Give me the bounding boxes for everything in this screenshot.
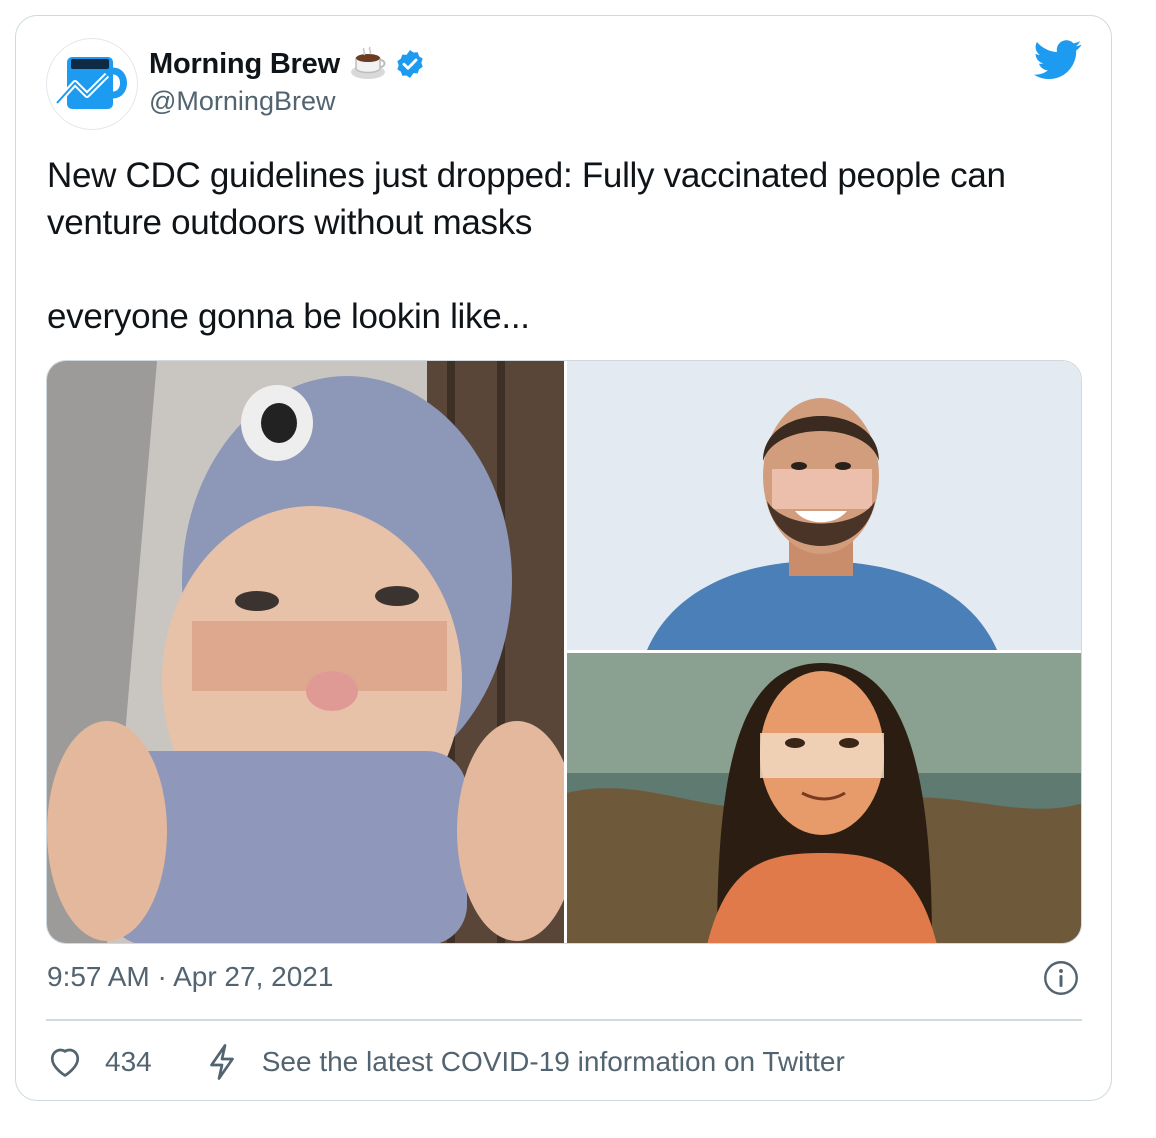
tweet-media-grid[interactable] (46, 360, 1082, 944)
info-icon[interactable] (1043, 960, 1079, 996)
media-photo-man[interactable] (567, 361, 1081, 650)
tweet-actions-bar: 434 See the latest COVID-19 information … (47, 1040, 845, 1084)
like-count[interactable]: 434 (105, 1046, 152, 1078)
blue-mug-chart-icon (54, 57, 127, 109)
media-photo-mona-lisa[interactable] (567, 653, 1081, 943)
tweet-timestamp[interactable]: 9:57 AM · Apr 27, 2021 (47, 961, 333, 993)
verified-badge-icon (397, 50, 423, 78)
coffee-cup-icon (350, 46, 386, 79)
lightning-bolt-icon[interactable] (206, 1044, 238, 1080)
media-photo-baby[interactable] (47, 361, 564, 943)
account-name-row[interactable]: Morning Brew (149, 44, 426, 84)
covid-info-link[interactable]: See the latest COVID-19 information on T… (262, 1046, 845, 1078)
avatar[interactable] (46, 38, 138, 130)
account-handle[interactable]: @MorningBrew (149, 86, 335, 117)
divider (46, 1019, 1082, 1021)
heart-icon[interactable] (47, 1044, 83, 1080)
twitter-bird-icon[interactable] (1034, 40, 1082, 80)
tweet-text: New CDC guidelines just dropped: Fully v… (47, 156, 1006, 336)
account-name[interactable]: Morning Brew (149, 48, 340, 81)
